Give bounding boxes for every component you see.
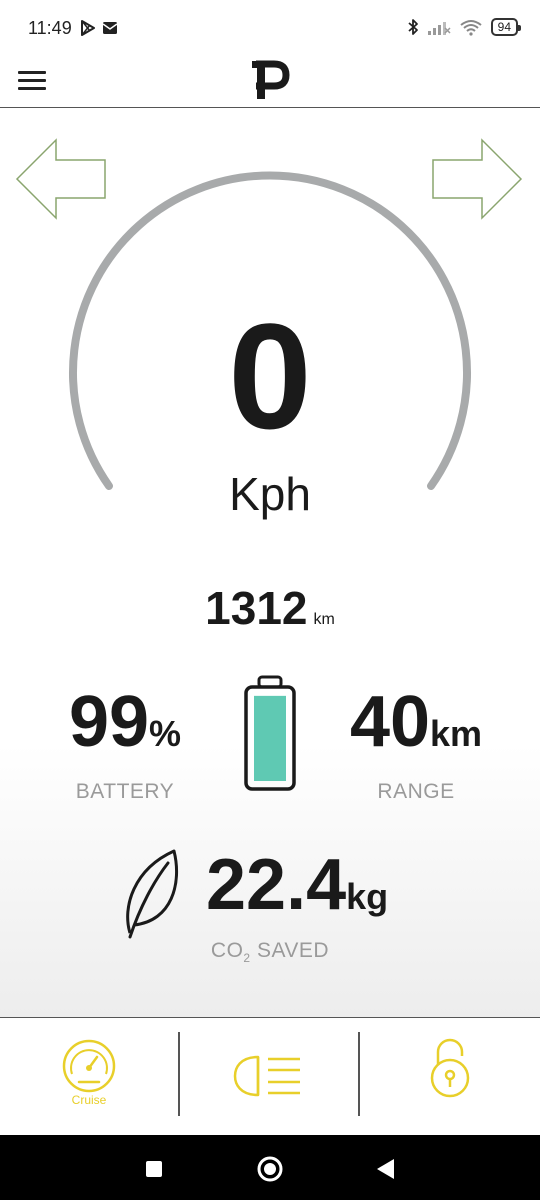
battery-unit: % <box>149 713 182 754</box>
app-header <box>0 58 540 108</box>
back-triangle-icon[interactable] <box>372 1155 400 1183</box>
battery-label: BATTERY <box>75 780 175 803</box>
unlock-icon <box>430 1038 470 1098</box>
co2-saved: 22.4kg <box>206 847 388 935</box>
odometer-value: 1312 <box>205 582 308 634</box>
cruise-button[interactable]: Cruise <box>0 1018 178 1136</box>
headlight-icon <box>233 1055 300 1097</box>
signal-icon <box>427 22 451 35</box>
battery-icon: 94 <box>490 18 522 36</box>
headlight-button[interactable] <box>180 1018 358 1136</box>
bottom-control-bar: Cruise <box>0 1017 540 1135</box>
mail-icon <box>102 22 118 34</box>
wifi-icon <box>460 20 482 36</box>
status-notification-icons <box>80 20 118 36</box>
range-value: 40 <box>349 682 431 762</box>
battery-fill <box>254 695 286 781</box>
odometer: 1312 km <box>0 581 540 635</box>
play-store-icon <box>81 20 95 36</box>
battery-value: 99 <box>68 682 150 762</box>
bluetooth-icon <box>408 19 418 35</box>
dashboard: 0 Kph 1312 km 99% BATTERY 40km RANGE 22.4… <box>0 109 540 1017</box>
co2-value: 22.4 <box>206 845 347 925</box>
odometer-unit: km <box>313 611 335 628</box>
speed-unit: Kph <box>229 468 311 520</box>
co2-unit: kg <box>346 876 389 917</box>
system-navigation-bar <box>0 1135 540 1200</box>
range-unit: km <box>430 713 483 754</box>
brand-logo <box>252 60 290 99</box>
hamburger-menu-icon[interactable] <box>18 66 46 94</box>
home-circle-icon[interactable] <box>256 1155 284 1183</box>
cruise-label: Cruise <box>71 1093 107 1107</box>
lock-button[interactable] <box>360 1018 538 1136</box>
range-stat: 40km RANGE <box>330 684 502 804</box>
co2-label: CO2 SAVED <box>210 939 330 966</box>
battery-level-icon <box>244 675 296 791</box>
speedometer-icon <box>62 1039 116 1093</box>
status-time: 11:49 <box>28 18 72 38</box>
leaf-icon <box>126 849 179 939</box>
status-system-icons: 94 <box>407 18 522 36</box>
battery-stat: 99% BATTERY <box>50 684 200 804</box>
speed-value: 0 <box>228 292 312 460</box>
recents-square-icon[interactable] <box>140 1155 168 1183</box>
range-label: RANGE <box>377 780 455 803</box>
status-bar: 11:49 94 <box>0 0 540 58</box>
